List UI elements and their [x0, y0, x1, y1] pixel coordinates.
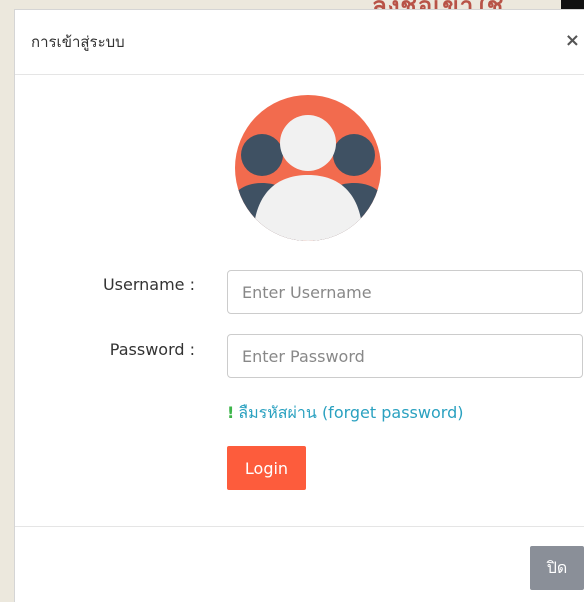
username-label: Username : — [102, 275, 195, 294]
modal-header: การเข้าสู่ระบบ × — [15, 10, 584, 75]
close-icon[interactable]: × — [565, 32, 580, 50]
login-modal: การเข้าสู่ระบบ × Username : Password : !… — [14, 9, 584, 602]
modal-footer: ปิด — [15, 526, 584, 602]
forget-password-link[interactable]: ! ลืมรหัสผ่าน (forget password) — [227, 401, 463, 426]
login-button[interactable]: Login — [227, 446, 306, 490]
exclamation-icon: ! — [227, 403, 235, 422]
password-input[interactable] — [227, 334, 583, 378]
forget-password-text: ลืมรหัสผ่าน (forget password) — [238, 403, 464, 422]
users-group-icon — [235, 95, 381, 241]
modal-title: การเข้าสู่ระบบ — [31, 33, 125, 51]
username-input[interactable] — [227, 270, 583, 314]
close-button[interactable]: ปิด — [530, 546, 584, 590]
password-label: Password : — [109, 340, 195, 359]
